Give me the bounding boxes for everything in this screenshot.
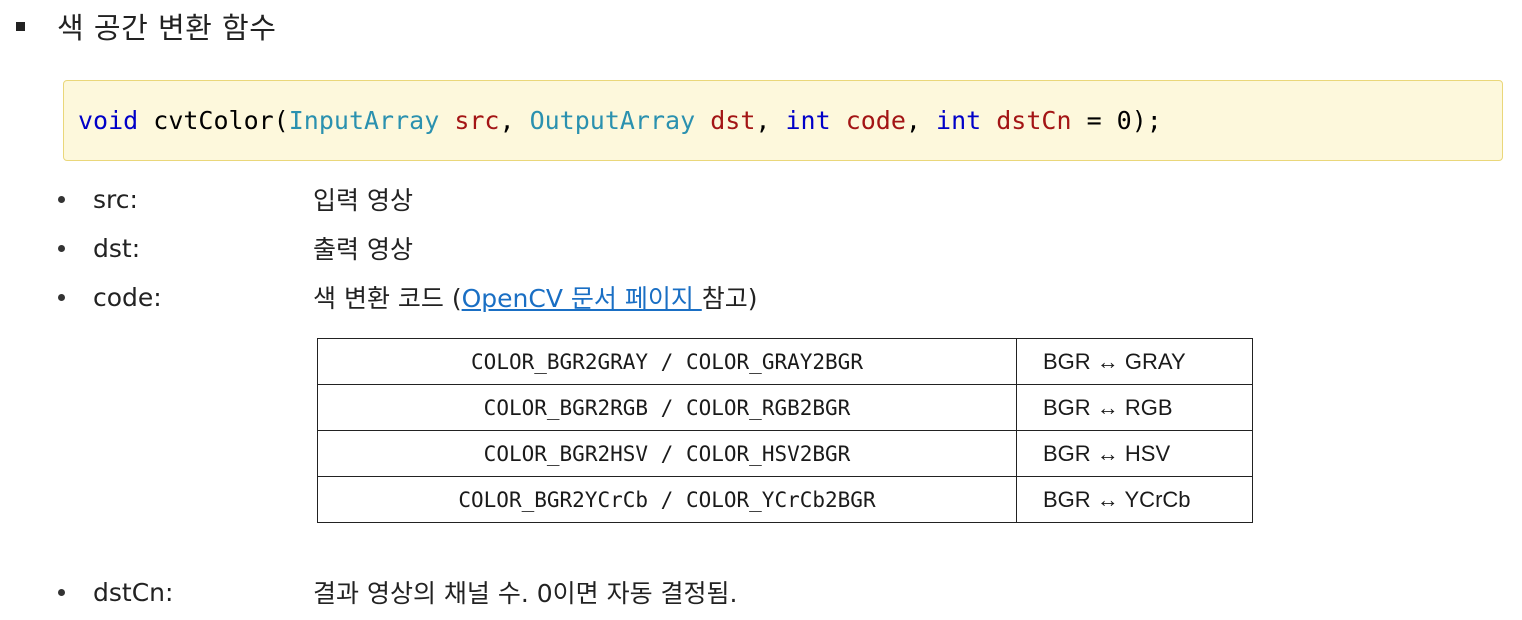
param-desc: 색 변환 코드 (OpenCV 문서 페이지 참고) xyxy=(313,279,758,315)
code-token: , xyxy=(905,106,937,135)
param-name: code: xyxy=(93,282,162,312)
conversion-desc-cell: BGR ↔ YCrCb xyxy=(1016,476,1253,523)
opencv-docs-link[interactable]: OpenCV 문서 페이지 xyxy=(462,284,702,313)
param-desc: 출력 영상 xyxy=(313,235,413,264)
param-src: src: 입력 영상 xyxy=(58,179,413,219)
bullet-icon xyxy=(58,195,65,203)
conversion-codes-cell: COLOR_BGR2YCrCb / COLOR_YCrCb2BGR xyxy=(317,476,1017,523)
table-row: COLOR_BGR2GRAY / COLOR_GRAY2BGR BGR ↔ GR… xyxy=(317,338,1253,385)
table-row: COLOR_BGR2RGB / COLOR_RGB2BGR BGR ↔ RGB xyxy=(317,384,1253,431)
code-token: InputArray xyxy=(288,106,440,135)
param-name: src: xyxy=(93,184,138,214)
code-token: dstCn xyxy=(996,106,1072,135)
param-desc: 입력 영상 xyxy=(313,186,413,215)
bullet-icon xyxy=(58,293,65,301)
code-token: cvtColor( xyxy=(138,106,289,135)
heading-title: 색 공간 변환 함수 xyxy=(57,11,277,45)
conversion-codes-cell: COLOR_BGR2HSV / COLOR_HSV2BGR xyxy=(317,430,1017,477)
section-heading: 색 공간 변환 함수 xyxy=(12,4,276,48)
conversion-codes-cell: COLOR_BGR2GRAY / COLOR_GRAY2BGR xyxy=(317,338,1017,385)
param-dst: dst: 출력 영상 xyxy=(58,228,413,268)
param-name: dst: xyxy=(93,233,141,263)
conversion-desc-cell: BGR ↔ RGB xyxy=(1016,384,1253,431)
code-token: , xyxy=(499,106,530,135)
code-token: void xyxy=(78,106,139,135)
bullet-icon xyxy=(58,588,65,596)
conversion-codes-cell: COLOR_BGR2RGB / COLOR_RGB2BGR xyxy=(317,384,1017,431)
param-desc: 결과 영상의 채널 수. 0이면 자동 결정됨. xyxy=(313,579,738,608)
code-token: = 0); xyxy=(1071,106,1162,135)
square-bullet-icon xyxy=(16,21,25,31)
code-token: dst xyxy=(710,106,756,135)
param-desc-prefix: 색 변환 코드 ( xyxy=(313,284,462,313)
table-row: COLOR_BGR2YCrCb / COLOR_YCrCb2BGR BGR ↔ … xyxy=(317,476,1253,523)
code-token: int xyxy=(936,106,982,135)
code-token: src xyxy=(454,106,500,135)
conversion-desc-cell: BGR ↔ GRAY xyxy=(1016,338,1253,385)
bullet-icon xyxy=(58,244,65,252)
code-token: int xyxy=(785,106,831,135)
param-code: code: 색 변환 코드 (OpenCV 문서 페이지 참고) xyxy=(58,277,758,317)
param-dstCn: dstCn: 결과 영상의 채널 수. 0이면 자동 결정됨. xyxy=(58,572,737,612)
code-token: , xyxy=(755,106,786,135)
conversion-desc-cell: BGR ↔ HSV xyxy=(1016,430,1253,477)
table-row: COLOR_BGR2HSV / COLOR_HSV2BGR BGR ↔ HSV xyxy=(317,430,1253,477)
code-token: code xyxy=(845,106,906,135)
color-code-table: COLOR_BGR2GRAY / COLOR_GRAY2BGR BGR ↔ GR… xyxy=(317,338,1253,523)
param-desc-suffix: 참고) xyxy=(701,284,758,313)
param-name: dstCn: xyxy=(93,577,174,607)
code-token: OutputArray xyxy=(529,106,696,135)
code-block: void cvtColor(InputArray src, OutputArra… xyxy=(63,80,1503,161)
